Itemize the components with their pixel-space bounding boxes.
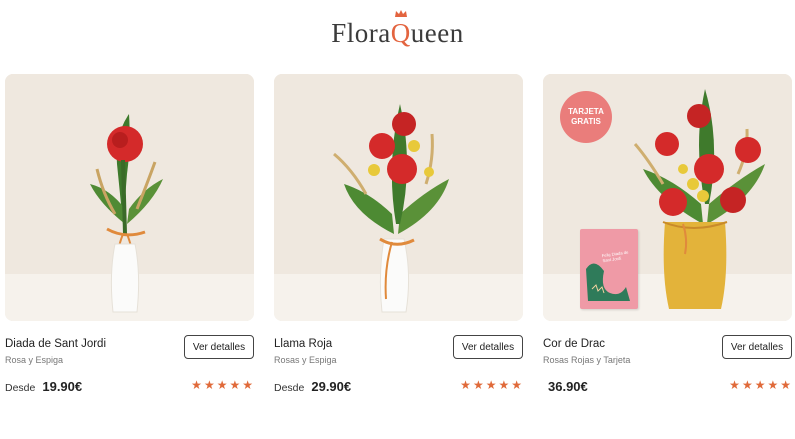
price-row: 36.90€: [548, 379, 588, 394]
star-icon: ★: [216, 378, 228, 392]
star-icon: ★: [511, 378, 522, 392]
star-icon: ★: [741, 378, 753, 392]
brand-name-start: Flora: [331, 18, 391, 48]
badge-line2: GRATIS: [571, 117, 601, 126]
star-icon: ★: [729, 378, 740, 392]
product-name[interactable]: Llama Roja: [274, 338, 332, 350]
price-prefix: Desde: [274, 382, 305, 394]
product-name[interactable]: Diada de Sant Jordi: [5, 338, 106, 350]
brand-name-q: Q: [391, 10, 411, 48]
view-details-button[interactable]: Ver detalles: [184, 335, 254, 359]
product-card[interactable]: Diada de Sant Jordi Rosa y Espiga Ver de…: [5, 74, 254, 394]
star-icon: ★: [472, 378, 484, 392]
rating-stars: ★ ★ ★ ★ ★: [729, 379, 791, 391]
star-icon: ★: [460, 378, 471, 392]
product-price: 29.90€: [311, 379, 352, 394]
badge-line1: TARJETA: [568, 107, 604, 116]
star-icon: ★: [242, 378, 253, 392]
product-card[interactable]: TARJETA GRATIS Feliç Diada de Sant Jordi…: [543, 74, 792, 394]
price-prefix: Desde: [5, 382, 36, 394]
product-subtitle: Rosa y Espiga: [5, 355, 64, 365]
price-row: Desde 29.90€: [274, 379, 351, 394]
star-icon: ★: [191, 378, 202, 392]
product-subtitle: Rosas Rojas y Tarjeta: [543, 355, 631, 365]
gift-card-illustration: Feliç Diada de Sant Jordi: [580, 229, 638, 309]
view-details-button[interactable]: Ver detalles: [722, 335, 792, 359]
star-icon: ★: [754, 378, 766, 392]
view-details-button[interactable]: Ver detalles: [453, 335, 523, 359]
brand-logo[interactable]: Flora Queen: [0, 10, 795, 49]
rating-stars: ★ ★ ★ ★ ★: [460, 379, 522, 391]
star-icon: ★: [498, 378, 510, 392]
product-price: 19.90€: [42, 379, 83, 394]
star-icon: ★: [780, 378, 791, 392]
product-card[interactable]: Llama Roja Rosas y Espiga Ver detalles D…: [274, 74, 523, 394]
star-icon: ★: [485, 378, 497, 392]
star-icon: ★: [767, 378, 779, 392]
product-name[interactable]: Cor de Drac: [543, 338, 605, 350]
product-image[interactable]: [5, 74, 254, 321]
free-card-badge: TARJETA GRATIS: [560, 91, 612, 143]
price-row: Desde 19.90€: [5, 379, 82, 394]
product-subtitle: Rosas y Espiga: [274, 355, 337, 365]
rating-stars: ★ ★ ★ ★ ★: [191, 379, 253, 391]
crown-icon: [394, 10, 407, 17]
star-icon: ★: [229, 378, 241, 392]
star-icon: ★: [203, 378, 215, 392]
product-image[interactable]: TARJETA GRATIS Feliç Diada de Sant Jordi: [543, 74, 792, 321]
product-price: 36.90€: [548, 379, 588, 394]
product-image[interactable]: [274, 74, 523, 321]
brand-name-end: ueen: [410, 18, 464, 48]
